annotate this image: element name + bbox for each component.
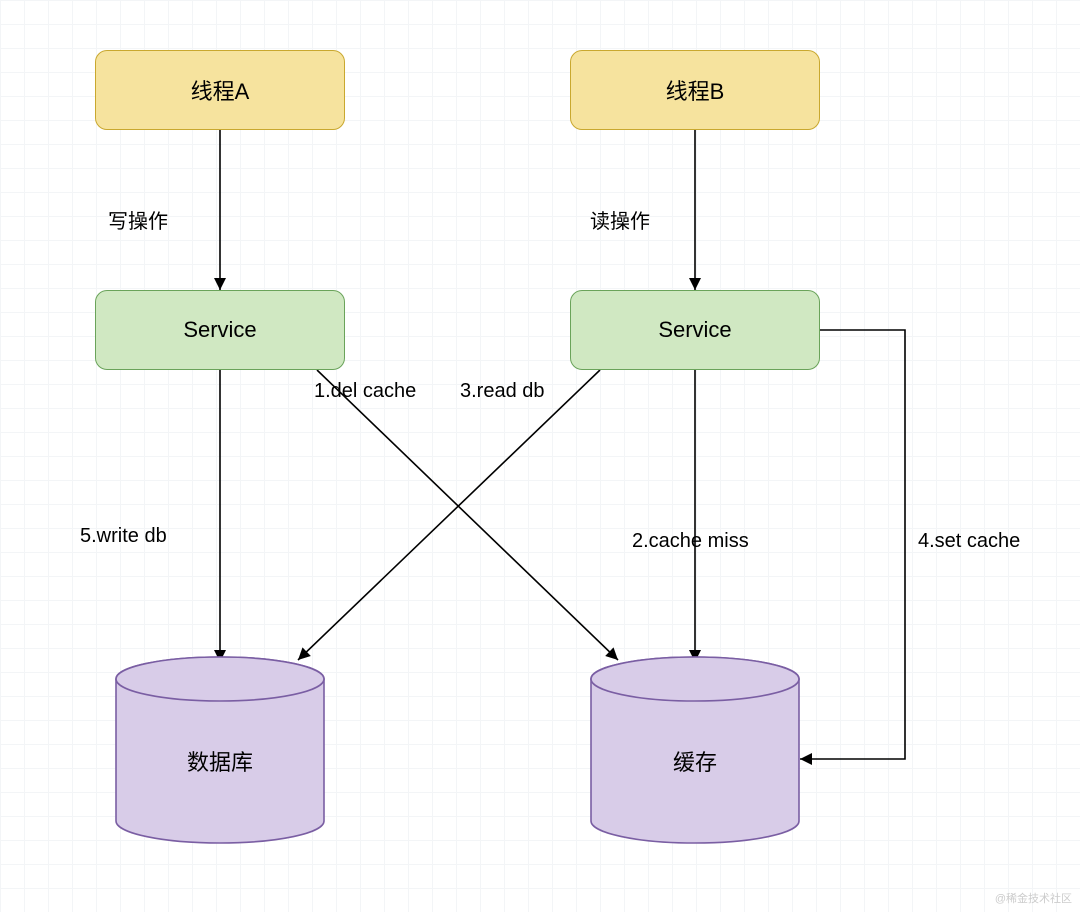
watermark: @稀金技术社区 <box>995 890 1072 906</box>
node-thread-a-label: 线程A <box>191 74 250 106</box>
label-write-db: 5.write db <box>80 525 167 548</box>
edge-serviceB-db <box>298 370 600 660</box>
node-service-a: Service <box>95 290 345 370</box>
node-database: 数据库 <box>115 655 325 845</box>
label-del-cache: 1.del cache <box>314 380 416 403</box>
edge-serviceA-cache <box>317 370 618 660</box>
node-service-b: Service <box>570 290 820 370</box>
label-cache-miss: 2.cache miss <box>632 530 749 553</box>
label-read-op: 读操作 <box>590 205 650 234</box>
node-thread-b-label: 线程B <box>666 74 725 106</box>
node-database-label: 数据库 <box>187 745 253 777</box>
node-cache: 缓存 <box>590 655 800 845</box>
diagram-canvas: 线程A 线程B Service Service 数据库 缓存 写操作 读操作 1… <box>0 0 1080 912</box>
edge-serviceB-setcache <box>800 330 905 759</box>
node-service-a-label: Service <box>183 317 256 343</box>
node-cache-label: 缓存 <box>673 745 717 777</box>
label-set-cache: 4.set cache <box>918 530 1020 553</box>
label-write-op: 写操作 <box>108 205 168 234</box>
node-thread-a: 线程A <box>95 50 345 130</box>
node-service-b-label: Service <box>658 317 731 343</box>
label-read-db: 3.read db <box>460 380 545 403</box>
node-thread-b: 线程B <box>570 50 820 130</box>
